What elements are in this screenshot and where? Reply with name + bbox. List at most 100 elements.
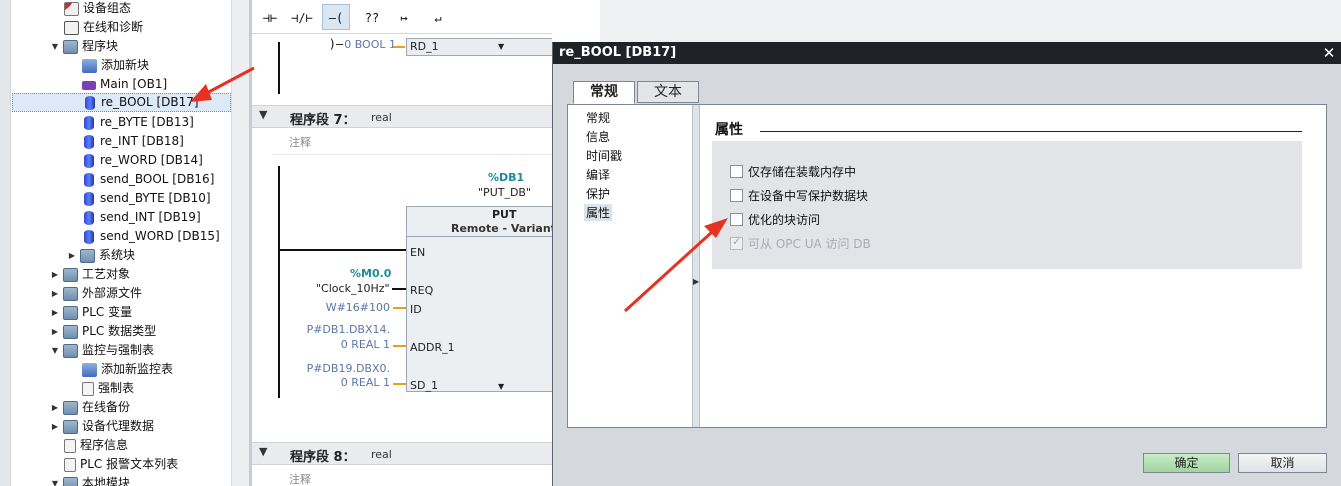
tree-item-online-diagnostics[interactable]: 在线和诊断 <box>64 18 143 37</box>
expanded-arrow-icon[interactable]: ▼ <box>50 37 60 56</box>
panel-splitter[interactable]: ▶ <box>692 105 700 427</box>
nc-contact-button[interactable]: ⊣/⊢ <box>288 4 316 30</box>
option-write-protect[interactable]: 在设备中写保护数据块 <box>730 187 868 204</box>
collapsed-arrow-icon[interactable]: ▶ <box>50 303 60 322</box>
collapsed-arrow-icon[interactable]: ▶ <box>50 398 60 417</box>
tree-item-label: PLC 报警文本列表 <box>80 457 179 471</box>
ok-button[interactable]: 确定 <box>1143 453 1230 473</box>
dropdown-icon[interactable]: ▼ <box>498 42 504 51</box>
collapsed-arrow-icon[interactable]: ▶ <box>50 284 60 303</box>
tree-item-add-watch-table[interactable]: 添加新监控表 <box>82 360 173 379</box>
tree-item-re-byte-db13[interactable]: re_BYTE [DB13] <box>82 113 194 132</box>
en-wire <box>279 249 406 251</box>
nav-timestamps[interactable]: 时间戳 <box>586 147 622 164</box>
tree-item-device-config[interactable]: 设备组态 <box>64 0 131 18</box>
tree-item-send-int-db19[interactable]: send_INT [DB19] <box>82 208 201 227</box>
power-rail <box>278 166 280 398</box>
nav-attributes[interactable]: 属性 <box>584 204 613 221</box>
addr1-value-line2[interactable]: 0 REAL 1 <box>314 338 390 351</box>
tree-item-force-table[interactable]: 强制表 <box>82 379 134 398</box>
tree-item-program-info[interactable]: 程序信息 <box>64 436 128 455</box>
tree-item-plc-data-types[interactable]: ▶ PLC 数据类型 <box>50 322 156 341</box>
tree-item-label: 在线备份 <box>82 400 131 414</box>
ob-block-icon <box>82 80 96 90</box>
expanded-arrow-icon[interactable]: ▼ <box>50 341 60 360</box>
tree-item-local-modules[interactable]: ▼ 本地模块 <box>50 474 130 486</box>
tab-general[interactable]: 常规 <box>573 81 635 104</box>
tree-item-label: 程序信息 <box>80 438 129 452</box>
block-name: PUT <box>492 208 517 221</box>
tree-item-main-ob1[interactable]: Main [OB1] <box>82 75 167 94</box>
nav-protection[interactable]: 保护 <box>586 185 610 202</box>
network-7-comment[interactable]: 注释 <box>272 129 552 155</box>
tree-scrollbar[interactable] <box>231 0 249 486</box>
tree-item-add-block[interactable]: 添加新块 <box>82 56 149 75</box>
tree-item-external-sources[interactable]: ▶ 外部源文件 <box>50 284 142 303</box>
tree-item-re-int-db18[interactable]: re_INT [DB18] <box>82 132 184 151</box>
sd1-value-line2[interactable]: 0 REAL 1 <box>314 376 390 389</box>
tree-item-label: send_INT [DB19] <box>100 210 201 224</box>
option-opc-ua-access: 可从 OPC UA 访问 DB <box>730 235 871 252</box>
splitter-arrow-icon[interactable]: ▶ <box>693 277 699 286</box>
id-pin: ID <box>410 303 422 316</box>
collapsed-arrow-icon[interactable]: ▶ <box>50 322 60 341</box>
network-name[interactable]: real <box>371 111 392 124</box>
clock-tag[interactable]: "Clock_10Hz" <box>316 282 390 295</box>
tree-item-program-blocks[interactable]: ▼ 程序块 <box>50 37 118 56</box>
tree-item-system-blocks[interactable]: ▶ 系统块 <box>67 246 135 265</box>
tree-item-label: 强制表 <box>98 381 135 395</box>
db-address: %DB1 <box>488 171 525 184</box>
addr1-pin: ADDR_1 <box>410 341 455 354</box>
collapsed-arrow-icon[interactable]: ▶ <box>67 246 77 265</box>
checkbox[interactable] <box>730 213 743 226</box>
coil-button[interactable]: –( )– <box>322 4 350 51</box>
folder-icon <box>63 286 78 301</box>
nav-information[interactable]: 信息 <box>586 128 610 145</box>
tree-item-re-bool-db17[interactable]: re_BOOL [DB17] <box>12 93 231 112</box>
dropdown-icon[interactable]: ▼ <box>498 382 504 391</box>
tree-item-watch-force-tables[interactable]: ▼ 监控与强制表 <box>50 341 154 360</box>
block-variant: Remote - Variant <box>451 222 552 235</box>
tree-item-technology-objects[interactable]: ▶ 工艺对象 <box>50 265 130 284</box>
empty-box-button[interactable]: ?? <box>358 4 386 30</box>
close-icon[interactable]: ✕ <box>1321 42 1337 64</box>
tree-item-online-backups[interactable]: ▶ 在线备份 <box>50 398 130 417</box>
collapse-icon[interactable]: ▼ <box>259 445 267 458</box>
network-7-header[interactable]: ▼ 程序段 7： real <box>252 105 552 128</box>
param-value[interactable]: 0 BOOL 1 <box>334 38 396 51</box>
network-8-comment[interactable]: 注释 <box>272 466 552 486</box>
db-name[interactable]: "PUT_DB" <box>478 186 531 199</box>
nav-general[interactable]: 常规 <box>586 109 610 126</box>
addr1-value-line1[interactable]: P#DB1.DBX14. <box>300 323 390 336</box>
nav-compile[interactable]: 编译 <box>586 166 610 183</box>
close-branch-button[interactable]: ↵ <box>424 4 452 30</box>
collapse-icon[interactable]: ▼ <box>259 108 267 121</box>
option-optimized-access[interactable]: 优化的块访问 <box>730 211 820 228</box>
tree-item-label: PLC 数据类型 <box>82 324 157 338</box>
sd1-pin: SD_1 <box>410 379 438 392</box>
option-load-memory-only[interactable]: 仅存储在装载内存中 <box>730 163 856 180</box>
no-contact-button[interactable]: ⊣⊢ <box>256 4 284 30</box>
tree-item-re-word-db14[interactable]: re_WORD [DB14] <box>82 151 203 170</box>
expanded-arrow-icon[interactable]: ▼ <box>50 474 60 486</box>
id-value[interactable]: W#16#100 <box>314 301 390 314</box>
tree-item-send-byte-db10[interactable]: send_BYTE [DB10] <box>82 189 211 208</box>
tree-item-plc-alarm-texts[interactable]: PLC 报警文本列表 <box>64 455 178 474</box>
dialog-title[interactable]: re_BOOL [DB17] <box>553 42 1341 64</box>
tree-item-label: 添加新监控表 <box>101 362 174 376</box>
tab-text[interactable]: 文本 <box>637 81 699 103</box>
tree-item-plc-tags[interactable]: ▶ PLC 变量 <box>50 303 132 322</box>
sd1-value-line1[interactable]: P#DB19.DBX0. <box>300 362 390 375</box>
tree-item-send-bool-db16[interactable]: send_BOOL [DB16] <box>82 170 214 189</box>
collapsed-arrow-icon[interactable]: ▶ <box>50 265 60 284</box>
open-branch-button[interactable]: ↦ <box>390 4 418 30</box>
cancel-button[interactable]: 取消 <box>1238 453 1327 473</box>
checkbox[interactable] <box>730 189 743 202</box>
tree-item-device-proxy-data[interactable]: ▶ 设备代理数据 <box>50 417 154 436</box>
collapsed-arrow-icon[interactable]: ▶ <box>50 417 60 436</box>
network-name[interactable]: real <box>371 448 392 461</box>
tree-item-send-word-db15[interactable]: send_WORD [DB15] <box>82 227 220 246</box>
diagnostics-icon <box>64 20 79 35</box>
checkbox[interactable] <box>730 165 743 178</box>
network-8-header[interactable]: ▼ 程序段 8： real <box>252 442 552 465</box>
